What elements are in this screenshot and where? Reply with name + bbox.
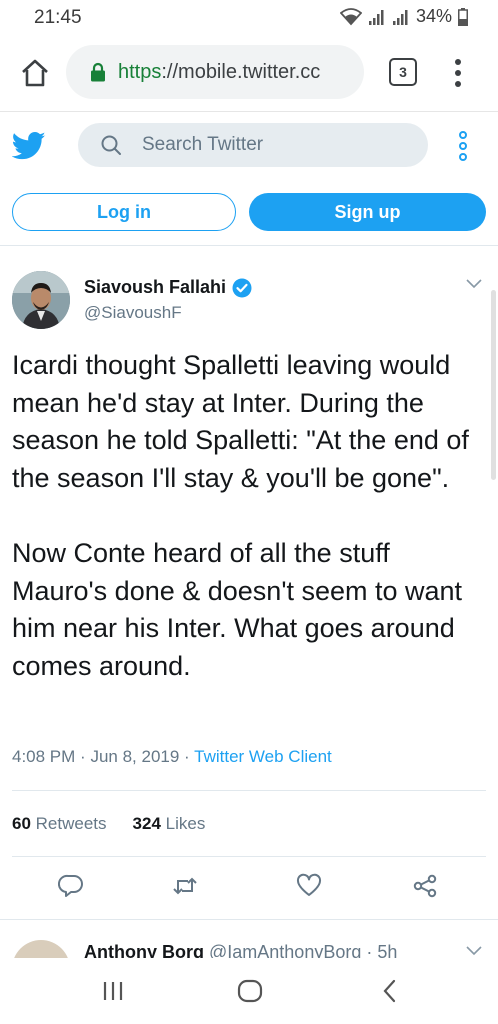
retweet-icon[interactable] [172,873,198,899]
menu-icon[interactable] [450,56,466,90]
meta-separator-2: · [184,747,190,766]
tweet-actions [0,873,498,903]
signup-button[interactable]: Sign up [249,193,486,231]
address-bar[interactable]: https://mobile.twitter.cc [66,45,364,99]
url-text: https://mobile.twitter.cc [118,61,320,84]
likes-count: 324 [132,814,161,833]
next-tweet[interactable]: Anthony Borg @IamAnthonyBorg · 5h [0,920,498,958]
tweet-date[interactable]: Jun 8, 2019 [90,747,179,766]
search-icon [101,135,121,155]
status-bar: 21:45 34% [0,0,498,34]
tweet-stats: 60 Retweets 324 Likes [12,814,205,834]
meta-separator: · [80,747,86,766]
status-icons: 34% [339,6,468,27]
next-author-name: Anthony Borg [84,942,204,958]
avatar-image [12,271,70,329]
divider [12,856,486,857]
browser-toolbar: https://mobile.twitter.cc 3 [0,34,498,112]
home-icon[interactable] [20,58,50,88]
tab-count: 3 [399,64,407,80]
next-author-handle: @IamAnthonyBorg · 5h [209,942,398,958]
status-time: 21:45 [34,7,82,28]
avatar[interactable] [12,271,70,329]
tabs-icon[interactable]: 3 [389,58,417,86]
chevron-down-icon[interactable] [466,279,482,289]
reply-icon[interactable] [58,873,84,899]
search-box[interactable] [78,123,428,167]
battery-percent: 34% [415,6,452,26]
recents-icon[interactable] [100,978,126,1004]
divider [12,790,486,791]
likes-stat[interactable]: 324 Likes [133,814,206,834]
verified-icon [232,278,252,297]
signal-icon [368,9,384,25]
tweet: Siavoush Fallahi @SiavoushF Icardi thoug… [0,247,498,919]
like-icon[interactable] [296,873,322,899]
author-name[interactable]: Siavoush Fallahi [84,277,252,298]
chevron-down-icon[interactable] [466,946,482,956]
next-author: Anthony Borg @IamAnthonyBorg · 5h [84,942,397,958]
battery-icon [458,7,468,26]
signal-icon-2 [392,9,408,25]
author-handle[interactable]: @SiavoushF [84,303,182,323]
twitter-bird-icon[interactable] [12,131,46,161]
lock-icon [91,62,105,82]
avatar[interactable] [12,940,70,958]
system-nav-bar [0,958,498,1024]
tweet-time[interactable]: 4:08 PM [12,747,75,766]
tweet-client[interactable]: Twitter Web Client [194,747,332,766]
share-icon[interactable] [412,873,438,899]
retweets-count: 60 [12,814,31,833]
twitter-header: Log in Sign up [0,113,498,246]
more-icon[interactable] [456,131,470,161]
login-button[interactable]: Log in [12,193,236,231]
scrollbar-thumb[interactable] [491,290,496,480]
search-input[interactable] [142,134,402,156]
retweets-label: Retweets [35,814,107,833]
back-icon[interactable] [377,978,403,1004]
retweets-stat[interactable]: 60 Retweets [12,814,107,834]
tweet-meta: 4:08 PM · Jun 8, 2019 · Twitter Web Clie… [12,747,332,767]
likes-label: Likes [165,814,206,833]
home-circle-icon[interactable] [237,978,263,1004]
url-host: ://mobile.twitter.cc [161,60,321,83]
tweet-text: Icardi thought Spalletti leaving would m… [12,350,469,681]
url-scheme: https [118,60,162,83]
author-name-text: Siavoush Fallahi [84,277,227,297]
wifi-icon [339,7,362,25]
